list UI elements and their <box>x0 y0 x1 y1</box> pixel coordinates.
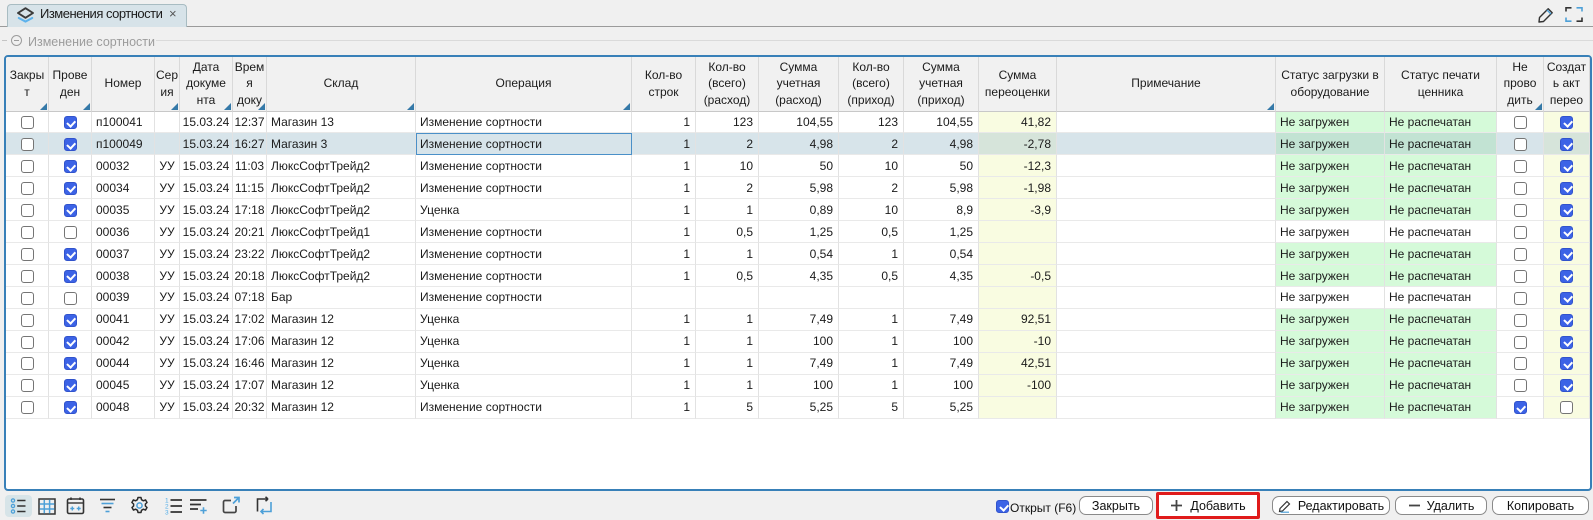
svg-text:3: 3 <box>165 510 169 517</box>
